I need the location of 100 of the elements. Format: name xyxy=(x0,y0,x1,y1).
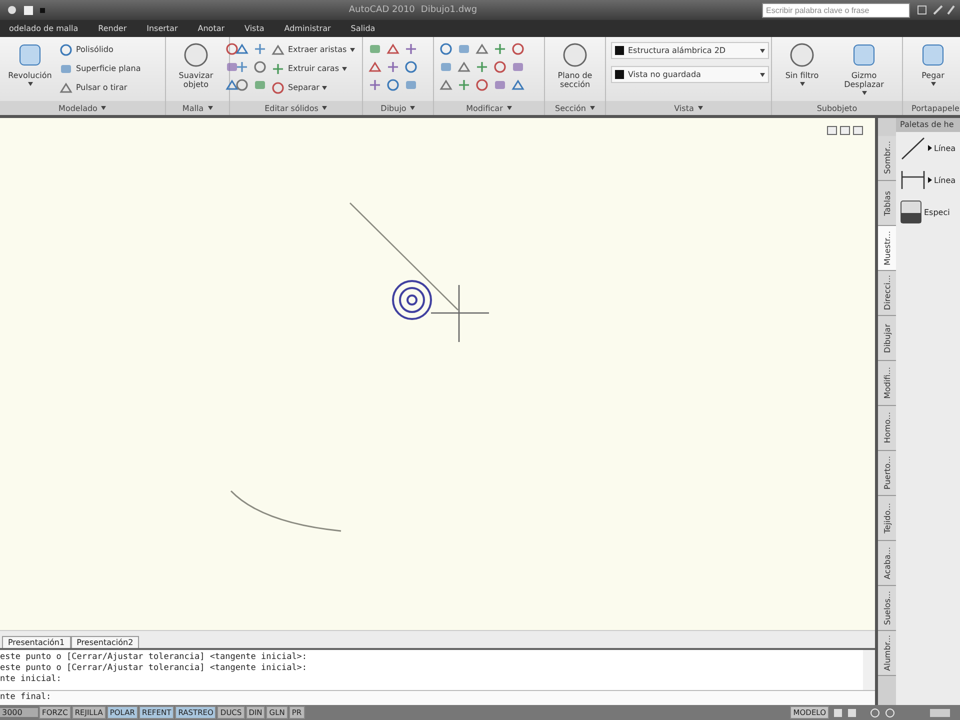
palette-tab[interactable]: Tejido... xyxy=(878,496,896,541)
ribbon-button[interactable]: Superficie plana xyxy=(59,61,141,76)
window-title: AutoCAD 2010 xyxy=(348,5,415,15)
tool-icon[interactable] xyxy=(235,78,249,92)
search-field[interactable]: Escribir palabra clave o frase xyxy=(762,2,910,18)
tool-icon[interactable] xyxy=(404,42,418,56)
ribbon-tab[interactable]: Insertar xyxy=(138,22,187,35)
palette-tab[interactable]: Direcci... xyxy=(878,271,896,316)
palette-tab[interactable]: Acaba... xyxy=(878,541,896,586)
tool-icon[interactable] xyxy=(386,60,400,74)
tool-icon[interactable] xyxy=(439,42,453,56)
crosshair-cursor xyxy=(430,284,490,343)
tool-icon[interactable] xyxy=(271,42,285,56)
tool-icon[interactable] xyxy=(225,60,239,74)
tool-icon[interactable] xyxy=(475,42,489,56)
command-history-line: este punto o [Cerrar/Ajustar tolerancia] <tangente inicial>: xyxy=(0,652,308,663)
line-icon xyxy=(900,135,926,161)
tool-icon[interactable] xyxy=(386,42,400,56)
tool-icon xyxy=(561,41,589,69)
palette-tab[interactable]: Muestr... xyxy=(878,226,896,271)
toolbar-icon[interactable] xyxy=(916,4,956,16)
palette-tab[interactable]: Suelos... xyxy=(878,586,896,631)
layout-tab[interactable]: Presentación1 xyxy=(2,636,71,648)
ribbon-button[interactable]: Pulsar o tirar xyxy=(59,80,141,95)
tool-icon[interactable] xyxy=(493,42,507,56)
dropdown-field[interactable]: Estructura alámbrica 2D xyxy=(611,42,769,59)
concentric-circles xyxy=(392,280,432,320)
tool-icon[interactable] xyxy=(475,78,489,92)
ribbon-button[interactable]: Suavizar objeto xyxy=(171,40,221,90)
command-history-line: este punto o [Cerrar/Ajustar tolerancia] <tangente inicial>: xyxy=(0,663,308,674)
ribbon-tab[interactable]: Vista xyxy=(236,22,274,35)
tool-icon[interactable] xyxy=(439,78,453,92)
tool-icon[interactable] xyxy=(457,60,471,74)
ribbon-tab[interactable]: Salida xyxy=(342,22,384,35)
ribbon-button[interactable]: Gizmo Desplazar xyxy=(831,40,897,96)
tool-icon[interactable] xyxy=(404,60,418,74)
tool-icon[interactable] xyxy=(386,78,400,92)
tool-icon[interactable] xyxy=(253,42,267,56)
tool-icon[interactable] xyxy=(59,42,73,56)
ribbon-button[interactable]: Pegar xyxy=(908,40,958,87)
palette-tab[interactable]: Sombr... xyxy=(878,136,896,181)
palette-tab[interactable]: Modifi... xyxy=(878,361,896,406)
tool-icon[interactable] xyxy=(511,42,525,56)
palette-tool[interactable]: Línea xyxy=(896,164,960,196)
coordinates: 3000 xyxy=(0,708,38,717)
tool-icon[interactable] xyxy=(225,42,239,56)
tool-icon[interactable] xyxy=(271,80,285,94)
ribbon-button[interactable]: Extraer aristas xyxy=(271,42,355,57)
ribbon-button[interactable]: Sin filtro xyxy=(777,40,827,87)
tool-icon[interactable] xyxy=(511,78,525,92)
panel-label[interactable]: Portapapele xyxy=(903,101,960,115)
panel-label[interactable]: Subobjeto xyxy=(772,101,902,115)
palette-tab[interactable]: Puerto... xyxy=(878,451,896,496)
scrollbar[interactable] xyxy=(863,650,875,690)
tool-icon[interactable] xyxy=(493,60,507,74)
tool-icon[interactable] xyxy=(253,78,267,92)
tool-icon[interactable] xyxy=(368,60,382,74)
panel-label[interactable]: Malla xyxy=(166,101,229,115)
panel-label[interactable]: Modelado xyxy=(0,101,165,115)
tool-icon[interactable] xyxy=(253,60,267,74)
ribbon-button[interactable]: Revolución xyxy=(5,40,55,87)
palette-tab[interactable]: Tablas xyxy=(878,181,896,226)
tool-icon[interactable] xyxy=(457,78,471,92)
ribbon-tab[interactable]: Render xyxy=(89,22,136,35)
tool-icon[interactable] xyxy=(271,62,285,76)
palette-tool[interactable]: Línea xyxy=(896,132,960,164)
ribbon-tab[interactable]: Administrar xyxy=(275,22,340,35)
document-title: Dibujo1.dwg xyxy=(420,5,478,15)
tool-icon[interactable] xyxy=(439,60,453,74)
ribbon-button[interactable]: Polisólido xyxy=(59,42,141,57)
dropdown-field[interactable]: Vista no guardada xyxy=(611,66,769,83)
caret-icon xyxy=(760,72,765,76)
tool-icon[interactable] xyxy=(235,42,249,56)
tool-icon[interactable] xyxy=(493,78,507,92)
tool-icon[interactable] xyxy=(368,78,382,92)
caret-icon xyxy=(760,48,765,52)
ribbon-button[interactable]: Plano de sección xyxy=(550,40,600,90)
tool-icon[interactable] xyxy=(59,80,73,94)
layout-tab[interactable]: Presentación2 xyxy=(70,636,140,648)
panel-label[interactable]: Sección xyxy=(545,101,605,115)
ribbon-button[interactable]: Separar xyxy=(271,80,355,95)
tool-icon[interactable] xyxy=(368,42,382,56)
palette-tab[interactable]: Homo... xyxy=(878,406,896,451)
panel-label[interactable]: Editar sólidos xyxy=(230,101,362,115)
palette-tab[interactable]: Dibujar xyxy=(878,316,896,361)
ribbon-tab[interactable]: odelado de malla xyxy=(0,22,88,35)
ribbon-button[interactable]: Extruir caras xyxy=(271,61,355,76)
panel-label[interactable]: Dibujo xyxy=(363,101,433,115)
tool-icon[interactable] xyxy=(457,42,471,56)
ribbon-tab[interactable]: Anotar xyxy=(188,22,234,35)
palette-tool[interactable]: Especi xyxy=(896,196,960,228)
tool-icon[interactable] xyxy=(404,78,418,92)
panel-label[interactable]: Modificar xyxy=(434,101,544,115)
palette-tab[interactable]: Alumbr... xyxy=(878,631,896,676)
tool-icon[interactable] xyxy=(475,60,489,74)
tool-icon[interactable] xyxy=(511,60,525,74)
tool-icon xyxy=(788,41,816,69)
panel-label[interactable]: Vista xyxy=(606,101,771,115)
tool-icon[interactable] xyxy=(225,78,239,92)
tool-icon[interactable] xyxy=(235,60,249,74)
